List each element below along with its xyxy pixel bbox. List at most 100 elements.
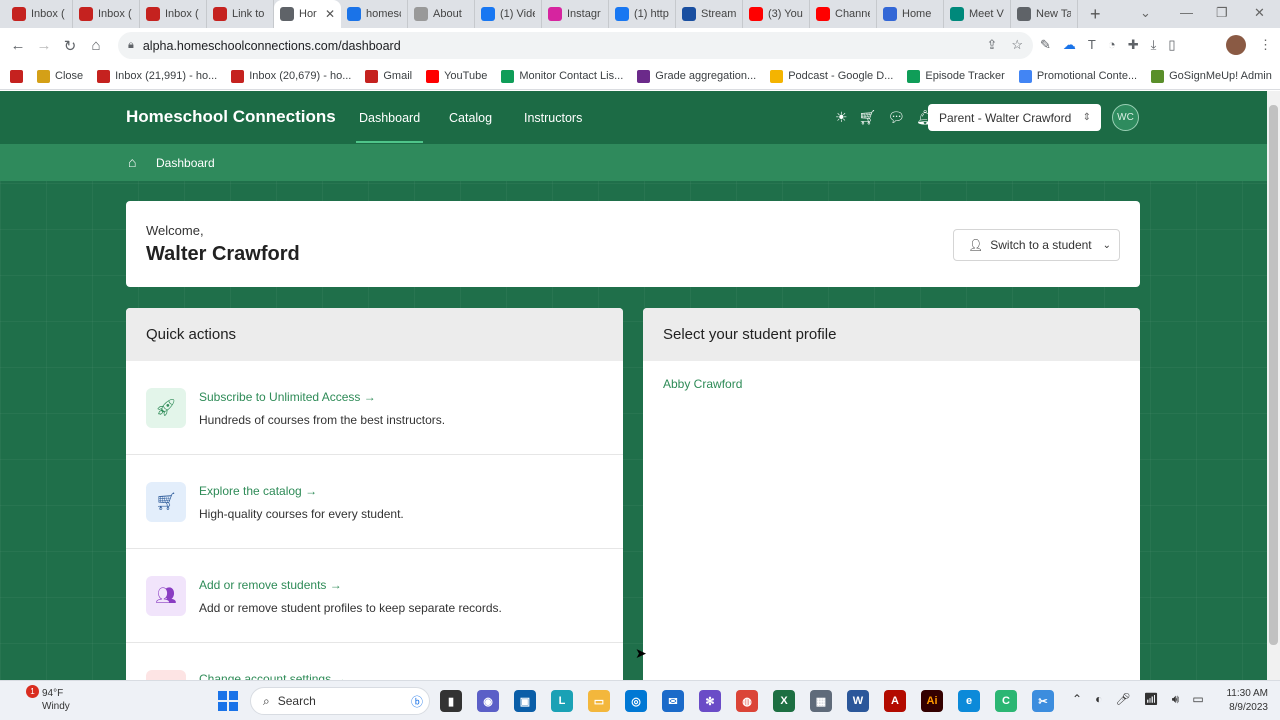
browser-tab[interactable]: Inbox ( [140, 0, 207, 28]
theme-toggle-sun-icon[interactable]: ☀ [835, 109, 848, 126]
reload-icon[interactable]: ↻ [57, 37, 83, 55]
student-link[interactable]: Abby Crawford [663, 377, 742, 391]
battery-icon[interactable]: ▭ [1192, 692, 1203, 707]
taskbar-search[interactable]: ⌕ Search ⓑ [250, 687, 430, 715]
tab-close-icon[interactable]: ✕ [325, 7, 335, 21]
scrollbar-thumb[interactable] [1269, 105, 1278, 645]
browser-tab[interactable]: Link to [207, 0, 274, 28]
illustrator-icon[interactable]: Ai [921, 690, 943, 712]
windows-start-icon[interactable] [218, 691, 238, 711]
bookmark-item[interactable]: YouTube [426, 69, 487, 83]
settings-gear-icon[interactable]: ✻ [699, 690, 721, 712]
excel-icon[interactable]: X [773, 690, 795, 712]
quick-action-link[interactable]: Change account settings → [199, 672, 346, 680]
camera-app-icon[interactable]: ◎ [625, 690, 647, 712]
bookmark-item[interactable]: Episode Tracker [907, 69, 1005, 83]
quick-action-item[interactable]: 🛒︎ Explore the catalog → High-quality cour… [126, 455, 623, 549]
browser-tab[interactable]: Instagr [542, 0, 609, 28]
lock-icon[interactable]: 🔒︎ [128, 39, 134, 52]
browser-tab[interactable]: Inbox ( [73, 0, 140, 28]
mail-icon[interactable]: ✉ [662, 690, 684, 712]
user-avatar[interactable]: WC [1112, 104, 1139, 131]
task-view-icon[interactable]: ▮ [440, 690, 462, 712]
quick-action-item[interactable]: ⚙ Change account settings → [126, 643, 623, 680]
quick-action-item[interactable]: 🚀︎ Subscribe to Unlimited Access → Hundred… [126, 361, 623, 455]
browser-tab[interactable]: Hor ✕ [274, 0, 341, 28]
app-icon[interactable]: ▣ [514, 690, 536, 712]
taskbar-clock[interactable]: 11:30 AM 8/9/2023 [1218, 687, 1268, 715]
bookmark-item[interactable]: Podcast - Google D... [770, 69, 893, 83]
forward-icon[interactable]: → [31, 37, 57, 54]
new-tab-icon[interactable]: + [1090, 4, 1101, 25]
browser-tab[interactable]: (3) You [743, 0, 810, 28]
extension-text-icon[interactable]: T [1088, 37, 1096, 53]
browser-tab[interactable]: Channe [810, 0, 877, 28]
maximize-icon[interactable]: ❐ [1216, 5, 1228, 21]
brand-logo-text[interactable]: Homeschool Connections [126, 107, 336, 127]
l-app-icon[interactable]: L [551, 690, 573, 712]
bookmark-star-icon[interactable]: ☆ [1011, 37, 1023, 53]
extension-compass-icon[interactable]: ◔ [1108, 37, 1116, 53]
chrome-icon[interactable]: ◍ [736, 690, 758, 712]
file-explorer-icon[interactable]: ▭ [588, 690, 610, 712]
volume-icon[interactable]: 🔊︎ [1172, 692, 1180, 707]
sidepanel-icon[interactable]: ▯ [1168, 37, 1175, 53]
switch-student-button[interactable]: 👤︎ Switch to a student ⌄ [953, 229, 1120, 261]
close-window-icon[interactable]: ✕ [1254, 5, 1265, 21]
quick-action-link[interactable]: Explore the catalog → [199, 484, 317, 498]
browser-tab[interactable]: Inbox ( [6, 0, 73, 28]
browser-tab[interactable]: (1) Vide [475, 0, 542, 28]
breadcrumb-dashboard[interactable]: Dashboard [156, 156, 215, 170]
home-button-icon[interactable]: ⌂ [83, 37, 109, 54]
browser-tab[interactable]: About [408, 0, 475, 28]
browser-tab[interactable]: New Ta [1011, 0, 1078, 28]
back-icon[interactable]: ← [5, 37, 31, 54]
camtasia-icon[interactable]: C [995, 690, 1017, 712]
bookmark-item[interactable]: Inbox (21,991) - ho... [97, 69, 217, 83]
nav-instructors[interactable]: Instructors [524, 111, 582, 125]
browser-tab[interactable]: Meet V [944, 0, 1011, 28]
snipping-tool-icon[interactable]: ✂ [1032, 690, 1054, 712]
bookmark-item[interactable]: Gmail [365, 69, 412, 83]
microphone-icon[interactable]: 🎤︎ [1115, 692, 1130, 707]
chat-icon[interactable]: 💬︎ [887, 109, 905, 126]
cart-icon[interactable]: 🛒︎ [859, 109, 877, 126]
extension-cloud-icon[interactable]: ☁ [1063, 37, 1076, 53]
quick-action-link[interactable]: Subscribe to Unlimited Access → [199, 390, 376, 404]
bookmark-item[interactable]: Grade aggregation... [637, 69, 756, 83]
calculator-icon[interactable]: ▦ [810, 690, 832, 712]
page-scrollbar[interactable] [1267, 91, 1280, 680]
browser-tab[interactable]: homesc [341, 0, 408, 28]
bookmark-item[interactable]: Close [37, 69, 83, 83]
teams-chat-icon[interactable]: ◉ [477, 690, 499, 712]
profile-avatar[interactable] [1226, 35, 1246, 55]
acrobat-icon[interactable]: A [884, 690, 906, 712]
browser-tab[interactable]: (1) http [609, 0, 676, 28]
browser-tab[interactable]: Home [877, 0, 944, 28]
wifi-icon[interactable]: 📶︎ [1144, 692, 1159, 707]
browser-menu-icon[interactable]: ⋮ [1259, 37, 1272, 53]
nav-catalog[interactable]: Catalog [449, 111, 492, 125]
edge-icon[interactable]: e [958, 690, 980, 712]
tab-search-icon[interactable]: ⌄ [1140, 5, 1151, 21]
bookmark-item[interactable]: GoSignMeUp! Admin [1151, 69, 1272, 83]
minimize-icon[interactable]: — [1180, 5, 1193, 20]
tray-chevron-up-icon[interactable]: ⌃ [1072, 692, 1082, 707]
downloads-icon[interactable]: ⤓ [1151, 37, 1157, 53]
home-icon[interactable]: ⌂ [128, 154, 136, 170]
quick-action-item[interactable]: 👥︎ Add or remove students → Add or remove … [126, 549, 623, 643]
bookmark-item[interactable]: Monitor Contact Lis... [501, 69, 623, 83]
browser-tab[interactable]: Stream [676, 0, 743, 28]
bookmark-item[interactable] [10, 69, 23, 83]
word-icon[interactable]: W [847, 690, 869, 712]
nav-dashboard[interactable]: Dashboard [356, 111, 424, 143]
bookmark-item[interactable]: Promotional Conte... [1018, 69, 1137, 83]
url-input[interactable]: 🔒︎ alpha.homeschoolconnections.com/dashb… [118, 32, 1033, 59]
weather-widget[interactable]: 1 94°F Windy [16, 685, 70, 713]
extensions-puzzle-icon[interactable]: ✚ [1128, 37, 1139, 53]
extension-pen-icon[interactable]: ✎ [1040, 37, 1051, 53]
quick-action-link[interactable]: Add or remove students → [199, 578, 342, 592]
account-select[interactable]: Parent - Walter Crawford ⇕ [928, 104, 1101, 131]
tray-network-app-icon[interactable]: ◐ [1095, 692, 1102, 707]
bookmark-item[interactable]: Inbox (20,679) - ho... [231, 69, 351, 83]
